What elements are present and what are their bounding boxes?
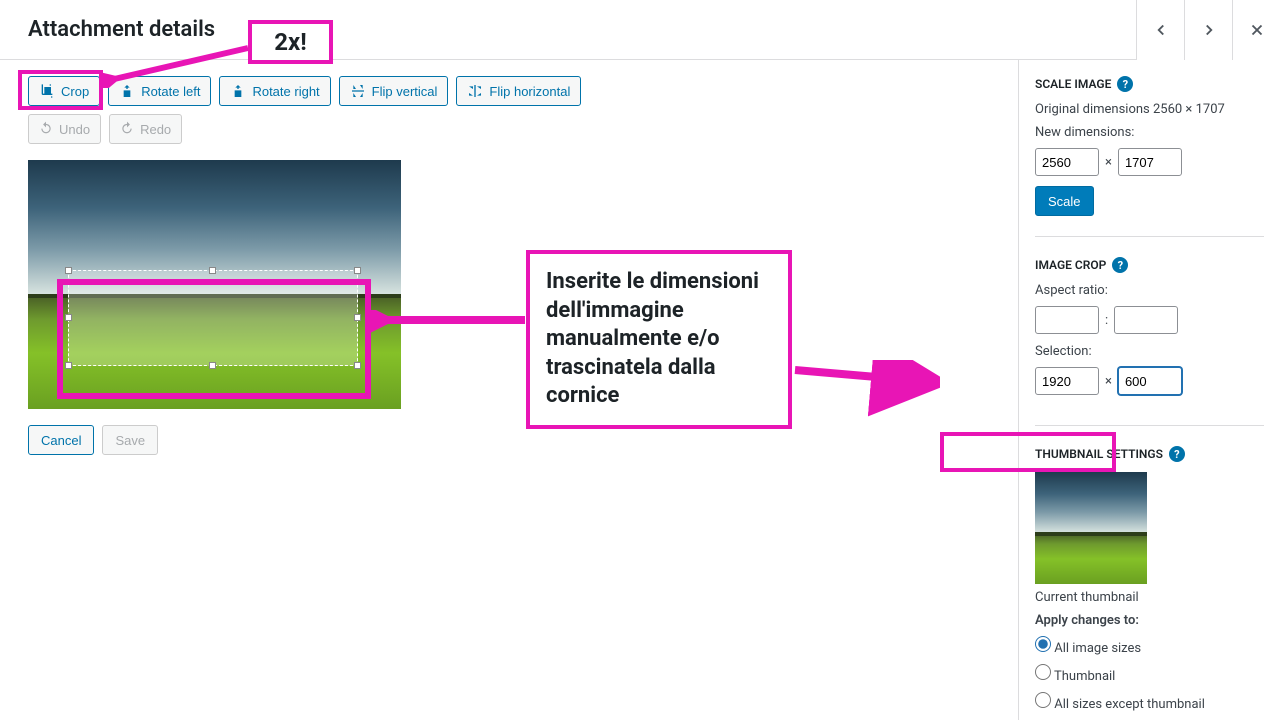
redo-icon xyxy=(120,121,134,138)
rotate-left-button[interactable]: Rotate left xyxy=(108,76,211,106)
help-icon[interactable]: ? xyxy=(1117,76,1133,92)
image-crop-title: IMAGE CROP ? xyxy=(1035,257,1264,273)
flip-vertical-icon xyxy=(350,83,366,99)
rotate-right-label: Rotate right xyxy=(252,84,319,99)
close-button[interactable] xyxy=(1232,0,1280,60)
editor-actions: Cancel Save xyxy=(28,425,990,455)
crop-icon xyxy=(39,83,55,99)
chevron-right-icon xyxy=(1200,21,1218,39)
rotate-left-label: Rotate left xyxy=(141,84,200,99)
cancel-button[interactable]: Cancel xyxy=(28,425,94,455)
crop-title-text: IMAGE CROP xyxy=(1035,258,1106,272)
flip-horizontal-button[interactable]: Flip horizontal xyxy=(456,76,581,106)
radio-except-thumbnail-label: All sizes except thumbnail xyxy=(1054,697,1205,712)
radio-thumbnail[interactable]: Thumbnail xyxy=(1035,664,1264,684)
current-thumbnail-label: Current thumbnail xyxy=(1035,590,1264,605)
scale-title-text: SCALE IMAGE xyxy=(1035,77,1111,91)
flip-horizontal-label: Flip horizontal xyxy=(489,84,570,99)
header-controls xyxy=(1136,0,1280,60)
scale-height-input[interactable] xyxy=(1118,148,1182,176)
aspect-width-input[interactable] xyxy=(1035,306,1099,334)
help-icon[interactable]: ? xyxy=(1169,446,1185,462)
scale-dimensions-row: × xyxy=(1035,148,1264,176)
flip-vertical-label: Flip vertical xyxy=(372,84,438,99)
annotation-instruction-box: Inserite le dimensioni dell'immagine man… xyxy=(526,250,792,429)
apply-changes-label: Apply changes to: xyxy=(1035,613,1264,628)
flip-vertical-button[interactable]: Flip vertical xyxy=(339,76,449,106)
undo-icon xyxy=(39,121,53,138)
colon-separator: : xyxy=(1105,313,1108,328)
thumbnail-settings-section: THUMBNAIL SETTINGS ? Current thumbnail A… xyxy=(1035,446,1264,720)
image-crop-section: IMAGE CROP ? Aspect ratio: : Selection: … xyxy=(1035,257,1264,426)
aspect-height-input[interactable] xyxy=(1114,306,1178,334)
thumbnail-preview xyxy=(1035,472,1147,584)
original-dimensions: Original dimensions 2560 × 1707 xyxy=(1035,102,1264,117)
crop-label: Crop xyxy=(61,84,89,99)
page-title: Attachment details xyxy=(28,17,215,42)
crop-handle-tl[interactable] xyxy=(65,267,72,274)
selection-row: × xyxy=(1035,367,1264,395)
image-canvas[interactable] xyxy=(28,160,401,409)
help-icon[interactable]: ? xyxy=(1112,257,1128,273)
radio-except-thumbnail-input[interactable] xyxy=(1035,692,1051,708)
thumbnail-title-text: THUMBNAIL SETTINGS xyxy=(1035,447,1163,461)
crop-handle-ml[interactable] xyxy=(65,314,72,321)
scale-image-section: SCALE IMAGE ? Original dimensions 2560 ×… xyxy=(1035,76,1264,237)
crop-handle-mr[interactable] xyxy=(354,314,361,321)
flip-horizontal-icon xyxy=(467,83,483,99)
aspect-ratio-row: : xyxy=(1035,306,1264,334)
history-toolbar: Undo Redo xyxy=(28,114,990,144)
rotate-right-button[interactable]: Rotate right xyxy=(219,76,330,106)
scale-width-input[interactable] xyxy=(1035,148,1099,176)
prev-button[interactable] xyxy=(1136,0,1184,60)
edit-toolbar: Crop Rotate left Rotate right Flip verti… xyxy=(28,76,990,106)
rotate-right-icon xyxy=(230,83,246,99)
multiply-separator: × xyxy=(1105,374,1112,389)
rotate-left-icon xyxy=(119,83,135,99)
multiply-separator: × xyxy=(1105,155,1112,170)
radio-all-sizes-input[interactable] xyxy=(1035,636,1051,652)
crop-handle-bm[interactable] xyxy=(209,362,216,369)
undo-label: Undo xyxy=(59,122,90,137)
selection-label: Selection: xyxy=(1035,344,1264,359)
new-dimensions-label: New dimensions: xyxy=(1035,125,1264,140)
selection-width-input[interactable] xyxy=(1035,367,1099,395)
selection-height-input[interactable] xyxy=(1118,367,1182,395)
radio-thumbnail-input[interactable] xyxy=(1035,664,1051,680)
save-button[interactable]: Save xyxy=(102,425,158,455)
crop-handle-tr[interactable] xyxy=(354,267,361,274)
redo-button[interactable]: Redo xyxy=(109,114,182,144)
attachment-details-modal: Attachment details Crop Rotate xyxy=(0,0,1280,720)
scale-image-title: SCALE IMAGE ? xyxy=(1035,76,1264,92)
aspect-ratio-label: Aspect ratio: xyxy=(1035,283,1264,298)
radio-except-thumbnail[interactable]: All sizes except thumbnail xyxy=(1035,692,1264,712)
radio-thumbnail-label: Thumbnail xyxy=(1054,669,1115,684)
crop-handle-bl[interactable] xyxy=(65,362,72,369)
thumbnail-settings-title: THUMBNAIL SETTINGS ? xyxy=(1035,446,1264,462)
undo-button[interactable]: Undo xyxy=(28,114,101,144)
crop-selection-box[interactable] xyxy=(68,270,358,366)
chevron-left-icon xyxy=(1152,21,1170,39)
close-icon xyxy=(1248,21,1266,39)
modal-header: Attachment details xyxy=(0,0,1280,60)
redo-label: Redo xyxy=(140,122,171,137)
sidebar: SCALE IMAGE ? Original dimensions 2560 ×… xyxy=(1018,60,1280,720)
next-button[interactable] xyxy=(1184,0,1232,60)
editor-area: Crop Rotate left Rotate right Flip verti… xyxy=(0,60,1018,720)
crop-handle-br[interactable] xyxy=(354,362,361,369)
scale-button[interactable]: Scale xyxy=(1035,186,1094,216)
radio-all-sizes-label: All image sizes xyxy=(1054,641,1141,656)
radio-all-sizes[interactable]: All image sizes xyxy=(1035,636,1264,656)
crop-button[interactable]: Crop xyxy=(28,76,100,106)
crop-handle-tm[interactable] xyxy=(209,267,216,274)
